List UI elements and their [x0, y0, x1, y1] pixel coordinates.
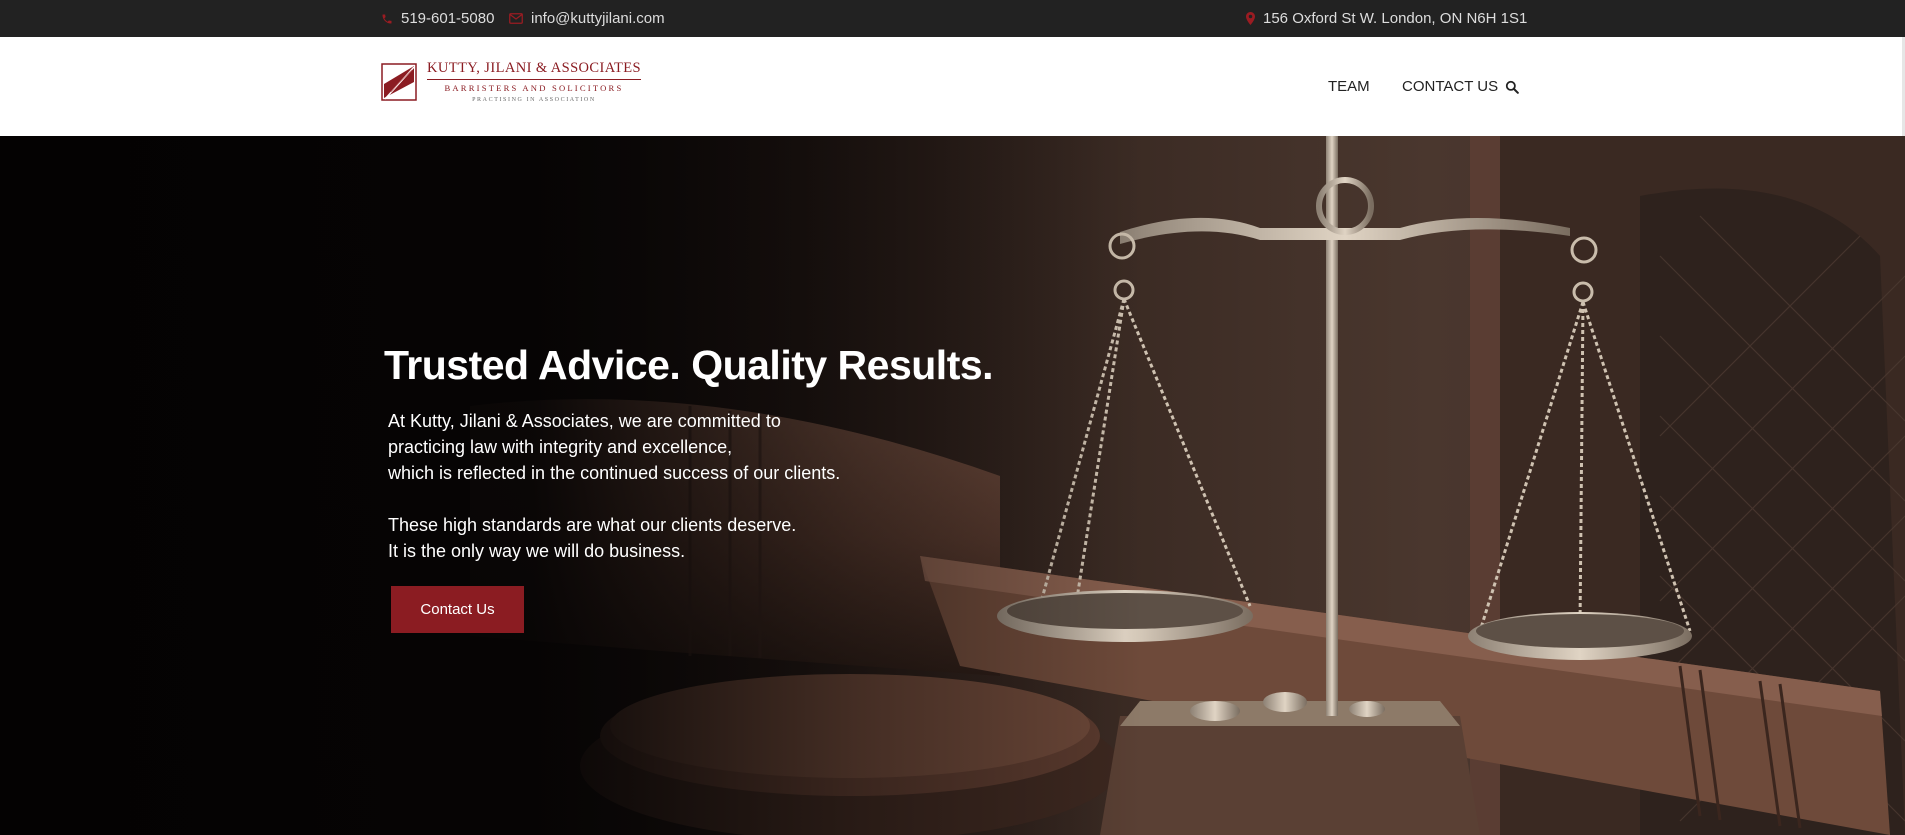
email-link[interactable]: info@kuttyjilani.com: [509, 0, 665, 37]
quill-logo-icon: [381, 63, 417, 101]
phone-icon: [381, 13, 393, 25]
search-icon: [1505, 80, 1519, 94]
firm-name: KUTTY, JILANI & ASSOCIATES: [427, 61, 641, 80]
nav-item-contact-us[interactable]: CONTACT US: [1402, 37, 1498, 136]
hero-content: Trusted Advice. Quality Results. At Kutt…: [0, 136, 1905, 835]
firm-subtitle: BARRISTERS AND SOLICITORS: [444, 82, 624, 93]
top-contact-bar: 519-601-5080 info@kuttyjilani.com 156 Ox…: [0, 0, 1905, 37]
site-header: KUTTY, JILANI & ASSOCIATES BARRISTERS AN…: [0, 37, 1905, 136]
email-address: info@kuttyjilani.com: [531, 10, 665, 27]
envelope-icon: [509, 13, 523, 24]
search-button[interactable]: [1505, 37, 1519, 136]
phone-number: 519-601-5080: [401, 10, 495, 27]
hero-standards-paragraph: These high standards are what our client…: [388, 512, 796, 564]
contact-us-button[interactable]: Contact Us: [391, 586, 524, 633]
hero-intro-line: which is reflected in the continued succ…: [388, 463, 841, 483]
logo-text: KUTTY, JILANI & ASSOCIATES BARRISTERS AN…: [427, 61, 641, 103]
hero-standards-line: These high standards are what our client…: [388, 515, 797, 535]
hero-intro-line: practicing law with integrity and excell…: [388, 437, 733, 457]
hero-intro-line: At Kutty, Jilani & Associates, we are co…: [388, 411, 781, 431]
hero-title: Trusted Advice. Quality Results.: [384, 342, 994, 388]
office-address: 156 Oxford St W. London, ON N6H 1S1: [1263, 10, 1528, 27]
hero-section: Trusted Advice. Quality Results. At Kutt…: [0, 136, 1905, 835]
site-logo[interactable]: KUTTY, JILANI & ASSOCIATES BARRISTERS AN…: [381, 59, 646, 105]
hero-standards-line: It is the only way we will do business.: [388, 541, 686, 561]
nav-item-team[interactable]: TEAM: [1328, 37, 1370, 136]
address-link[interactable]: 156 Oxford St W. London, ON N6H 1S1: [1246, 0, 1527, 37]
firm-tagline: PRACTISING IN ASSOCIATION: [472, 96, 596, 103]
phone-link[interactable]: 519-601-5080: [381, 0, 494, 37]
hero-intro-paragraph: At Kutty, Jilani & Associates, we are co…: [388, 408, 840, 486]
map-marker-icon: [1246, 12, 1255, 25]
